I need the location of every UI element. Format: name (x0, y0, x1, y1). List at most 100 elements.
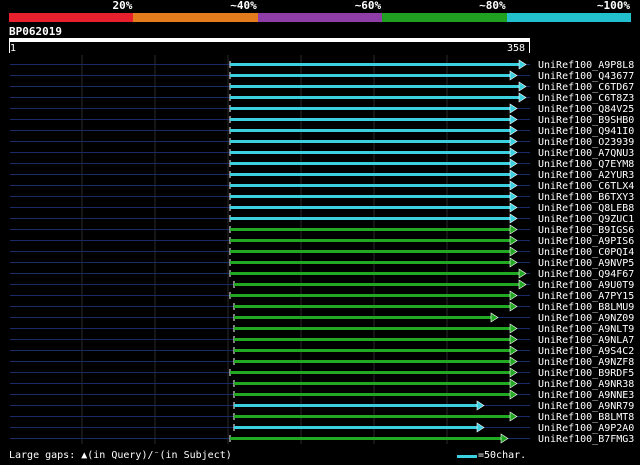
legend-swatch-3 (382, 13, 507, 22)
hit-label[interactable]: UniRef100_A9NVP5 (538, 258, 634, 269)
hit-row[interactable]: UniRef100_A7QNU3 (10, 147, 634, 159)
hit-row[interactable]: UniRef100_Q8LEB8 (10, 202, 634, 214)
hit-label[interactable]: UniRef100_Q7EYM8 (538, 159, 634, 170)
hit-row[interactable]: UniRef100_C0PQI4 (10, 246, 634, 258)
hit-label[interactable]: UniRef100_A9NZ09 (538, 313, 634, 324)
hit-row[interactable]: UniRef100_A9NR79 (10, 400, 634, 412)
hit-row[interactable]: UniRef100_Q9ZUC1 (10, 213, 634, 225)
hit-label[interactable]: UniRef100_C6TD67 (538, 82, 634, 93)
hit-label[interactable]: UniRef100_C6T8Z3 (538, 93, 634, 104)
legend-percent-label: ~80% (479, 0, 506, 12)
hit-row[interactable]: UniRef100_Q7EYM8 (10, 158, 634, 170)
hit-row[interactable]: UniRef100_B8LMT8 (10, 411, 634, 423)
hit-row[interactable]: UniRef100_A9NLT9 (10, 323, 634, 335)
legend-percent-label: ~100% (596, 0, 630, 12)
hit-label[interactable]: UniRef100_B7FMG3 (538, 434, 634, 445)
hit-label[interactable]: UniRef100_B9IGS6 (538, 225, 634, 236)
hit-arrow (518, 268, 527, 279)
hit-label[interactable]: UniRef100_B9RDF5 (538, 368, 634, 379)
hit-arrow (509, 114, 518, 125)
ruler-start-label: 1 (10, 43, 17, 54)
hit-label[interactable]: UniRef100_A9S4C2 (538, 346, 634, 357)
hit-arrow (509, 147, 518, 158)
hit-label[interactable]: UniRef100_B6TXY3 (538, 192, 634, 203)
hit-label[interactable]: UniRef100_Q941I0 (538, 126, 634, 137)
hit-label[interactable]: UniRef100_A9P8L8 (538, 60, 634, 71)
hit-arrow (490, 312, 499, 323)
hit-row[interactable]: UniRef100_B7FMG3 (10, 433, 634, 445)
hit-label[interactable]: UniRef100_A9PIS6 (538, 236, 634, 247)
hit-row[interactable]: UniRef100_A9NNE3 (10, 389, 634, 401)
hit-arrow (509, 257, 518, 268)
hit-row[interactable]: UniRef100_B8LMU9 (10, 301, 634, 313)
hit-row[interactable]: UniRef100_A9U0T9 (10, 279, 634, 291)
hit-row[interactable]: UniRef100_A9PIS6 (10, 235, 634, 247)
hit-label[interactable]: UniRef100_A9NR38 (538, 379, 634, 390)
hit-row[interactable]: UniRef100_A9NVP5 (10, 257, 634, 269)
hit-row[interactable]: UniRef100_C6TLX4 (10, 180, 634, 192)
hit-row[interactable]: UniRef100_Q94F67 (10, 268, 634, 280)
legend-percent-label: 20% (112, 0, 133, 12)
hit-row[interactable]: UniRef100_A9NZ09 (10, 312, 634, 324)
hit-arrow (509, 202, 518, 213)
hit-arrow (509, 334, 518, 345)
hit-row[interactable]: UniRef100_A9NZF8 (10, 356, 634, 368)
hit-label[interactable]: UniRef100_Q9ZUC1 (538, 214, 634, 225)
hit-arrow (509, 70, 518, 81)
hit-arrow (518, 92, 527, 103)
hit-arrow (509, 323, 518, 334)
hit-label[interactable]: UniRef100_Q94F67 (538, 269, 634, 280)
hit-label[interactable]: UniRef100_A9U0T9 (538, 280, 634, 291)
hit-label[interactable]: UniRef100_A9NLT9 (538, 324, 634, 335)
hit-label[interactable]: UniRef100_A7PY15 (538, 291, 634, 302)
hit-row[interactable]: UniRef100_C6T8Z3 (10, 92, 634, 104)
hit-label[interactable]: UniRef100_Q84V25 (538, 104, 634, 115)
hit-row[interactable]: UniRef100_B9SHB0 (10, 114, 634, 126)
hit-label[interactable]: UniRef100_B8LMU9 (538, 302, 634, 313)
hit-label[interactable]: UniRef100_Q43677 (538, 71, 634, 82)
hit-label[interactable]: UniRef100_O23939 (538, 137, 634, 148)
hit-row[interactable]: UniRef100_A9P8L8 (10, 59, 634, 71)
hit-label[interactable]: UniRef100_A9NNE3 (538, 390, 634, 401)
scale-bar (457, 455, 477, 458)
hit-arrow (509, 136, 518, 147)
hit-row[interactable]: UniRef100_A9NLA7 (10, 334, 634, 346)
hit-arrow (509, 213, 518, 224)
legend-swatch-1 (133, 13, 258, 22)
hit-label[interactable]: UniRef100_A9P2A0 (538, 423, 634, 434)
hit-row[interactable]: UniRef100_C6TD67 (10, 81, 634, 93)
hit-row[interactable]: UniRef100_A7PY15 (10, 290, 634, 302)
hit-label[interactable]: UniRef100_A2YUR3 (538, 170, 634, 181)
alignment-hits-chart: UniRef100_A9P8L8UniRef100_Q43677UniRef10… (10, 55, 634, 445)
hit-row[interactable]: UniRef100_A9NR38 (10, 378, 634, 390)
hit-arrow (509, 235, 518, 246)
hit-label[interactable]: UniRef100_C0PQI4 (538, 247, 634, 258)
hit-row[interactable]: UniRef100_O23939 (10, 136, 634, 148)
hit-label[interactable]: UniRef100_A9NLA7 (538, 335, 634, 346)
legend-swatch-2 (257, 13, 383, 22)
hit-row[interactable]: UniRef100_Q941I0 (10, 125, 634, 137)
hit-label[interactable]: UniRef100_A9NZF8 (538, 357, 634, 368)
hit-label[interactable]: UniRef100_B8LMT8 (538, 412, 634, 423)
hit-label[interactable]: UniRef100_Q8LEB8 (538, 203, 634, 214)
hit-row[interactable]: UniRef100_A2YUR3 (10, 169, 634, 181)
hit-arrow (509, 180, 518, 191)
hit-row[interactable]: UniRef100_A9S4C2 (10, 345, 634, 357)
hit-row[interactable]: UniRef100_Q43677 (10, 70, 634, 82)
hit-arrow (509, 389, 518, 400)
hit-label[interactable]: UniRef100_A7QNU3 (538, 148, 634, 159)
hit-row[interactable]: UniRef100_A9P2A0 (10, 422, 634, 434)
hit-arrow (509, 224, 518, 235)
hit-row[interactable]: UniRef100_B6TXY3 (10, 191, 634, 203)
query-ruler (9, 38, 530, 42)
legend-swatch-0 (9, 13, 134, 22)
hit-row[interactable]: UniRef100_B9RDF5 (10, 367, 634, 379)
ruler-end-label: 358 (507, 43, 526, 54)
hit-label[interactable]: UniRef100_C6TLX4 (538, 181, 634, 192)
hit-row[interactable]: UniRef100_B9IGS6 (10, 224, 634, 236)
hit-label[interactable]: UniRef100_A9NR79 (538, 401, 634, 412)
hit-label[interactable]: UniRef100_B9SHB0 (538, 115, 634, 126)
hit-arrow (518, 81, 527, 92)
hit-row[interactable]: UniRef100_Q84V25 (10, 103, 634, 115)
hit-arrow (509, 301, 518, 312)
